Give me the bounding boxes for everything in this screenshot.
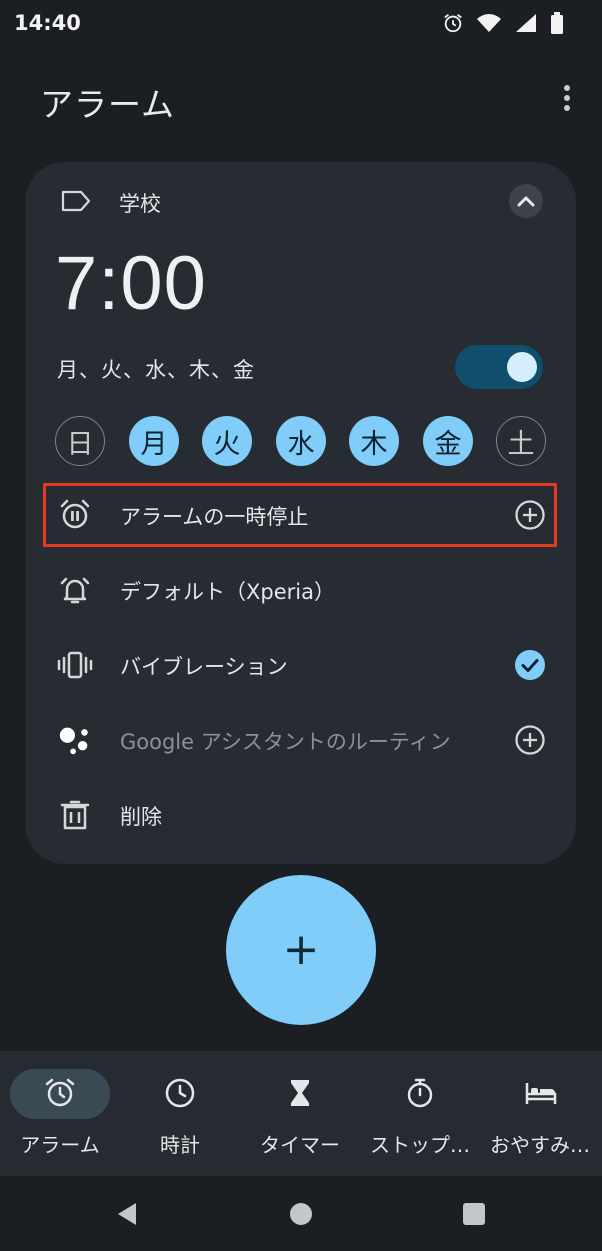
vibration-label: バイブレーション (120, 655, 288, 679)
vibration-icon (57, 647, 93, 683)
day-chip-monday[interactable]: 月 (129, 416, 179, 466)
chevron-up-icon (517, 192, 535, 211)
add-alarm-button[interactable]: + (226, 875, 376, 1025)
alarm-enable-toggle[interactable] (455, 345, 543, 389)
bell-ringing-icon (57, 572, 93, 608)
alarm-time[interactable]: 7:00 (55, 240, 207, 327)
alarm-pause-row[interactable]: アラームの一時停止 (57, 493, 547, 537)
alarm-sound-label: デフォルト（Xperia） (120, 580, 335, 604)
day-selector: 日 月 火 水 木 金 土 (55, 416, 549, 466)
nav-item-alarm[interactable]: アラーム (0, 1051, 120, 1176)
delete-label: 削除 (120, 805, 162, 829)
day-chip-tuesday[interactable]: 火 (202, 416, 252, 466)
status-icons (442, 12, 564, 34)
alarm-pause-label: アラームの一時停止 (120, 505, 309, 529)
system-navigation-bar (0, 1176, 602, 1251)
alarm-icon (442, 12, 464, 34)
toggle-knob (507, 352, 537, 382)
google-assistant-icon (57, 722, 93, 758)
clock-icon (164, 1077, 196, 1109)
add-circle-icon[interactable] (513, 498, 547, 532)
assistant-routine-label: Google アシスタントのルーティン (120, 730, 451, 754)
bed-icon (524, 1077, 557, 1109)
alarm-label-row[interactable]: 学校 (61, 186, 551, 218)
page-title: アラーム (40, 85, 176, 124)
nav-item-stopwatch[interactable]: ストップ… (360, 1051, 480, 1176)
home-icon[interactable] (290, 1203, 312, 1225)
plus-icon: + (282, 924, 320, 975)
nav-item-bedtime[interactable]: おやすみ… (480, 1051, 600, 1176)
status-time: 14:40 (14, 11, 81, 35)
more-options-icon[interactable] (554, 82, 580, 114)
alarm-clock-icon (44, 1077, 76, 1109)
repeat-days-summary: 月、火、水、木、金 (57, 358, 255, 382)
stopwatch-icon (404, 1077, 436, 1109)
day-chip-saturday[interactable]: 土 (496, 416, 546, 466)
alarm-card[interactable]: 学校 7:00 月、火、水、木、金 日 月 火 水 木 金 土 アラームの一時停… (25, 162, 576, 864)
assistant-routine-row[interactable]: Google アシスタントのルーティン (57, 718, 547, 762)
delete-row[interactable]: 削除 (57, 793, 547, 837)
alarm-pause-icon (57, 497, 93, 533)
nav-label-stopwatch: ストップ… (370, 1133, 470, 1157)
collapse-button[interactable] (509, 184, 543, 218)
add-routine-icon[interactable] (513, 723, 547, 757)
nav-item-clock[interactable]: 時計 (120, 1051, 240, 1176)
trash-icon (57, 797, 93, 833)
bottom-navigation: アラーム 時計 タイマー ストップ… おやすみ… (0, 1051, 602, 1176)
nav-label-timer: タイマー (260, 1133, 340, 1157)
check-circle-icon[interactable] (513, 648, 547, 682)
day-chip-friday[interactable]: 金 (423, 416, 473, 466)
back-icon[interactable] (116, 1202, 138, 1230)
recent-apps-icon[interactable] (463, 1203, 485, 1225)
hourglass-icon (284, 1077, 316, 1109)
nav-item-timer[interactable]: タイマー (240, 1051, 360, 1176)
nav-label-bedtime: おやすみ… (490, 1133, 590, 1157)
signal-icon (514, 12, 538, 34)
vibration-row[interactable]: バイブレーション (57, 643, 547, 687)
day-chip-sunday[interactable]: 日 (55, 416, 105, 466)
alarm-sound-row[interactable]: デフォルト（Xperia） (57, 568, 547, 612)
nav-label-clock: 時計 (160, 1133, 200, 1157)
alarm-label: 学校 (119, 192, 161, 216)
battery-icon (550, 12, 564, 34)
day-chip-wednesday[interactable]: 水 (276, 416, 326, 466)
label-tag-icon (61, 190, 91, 216)
wifi-icon (476, 12, 502, 34)
nav-label-alarm: アラーム (20, 1133, 100, 1157)
day-chip-thursday[interactable]: 木 (349, 416, 399, 466)
clock-app-screen: 14:40 アラーム 学校 7:00 月、火、水、木、金 日 月 火 水 木 金… (0, 0, 602, 1251)
status-bar: 14:40 (0, 0, 602, 50)
